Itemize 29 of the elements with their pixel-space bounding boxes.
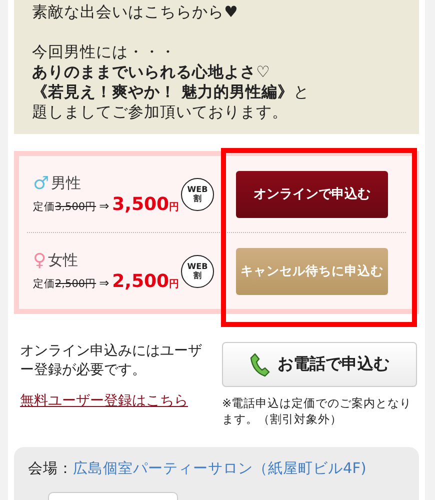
gender-icon: ♂	[33, 174, 50, 194]
register-link[interactable]: 無料ユーザー登録はこちら	[20, 392, 188, 410]
arrow-icon: ⇒	[99, 198, 110, 212]
list-price-label: 定価	[33, 200, 55, 214]
phone-note: ※電話申込は定価でのご案内となります。（割引対象外）	[222, 395, 413, 427]
phone-button[interactable]: お電話で申込む	[222, 342, 417, 387]
gender-label: 女性	[48, 251, 78, 270]
phone-icon	[250, 352, 270, 376]
apply-button[interactable]: オンラインで申込む	[236, 170, 388, 218]
intro-text: 《若見え！爽やか！ 魅力的男性編》と	[32, 82, 310, 102]
venue-link[interactable]: 広島個室パーティーサロン（紙屋町ビル4F)	[73, 459, 366, 478]
price: 3,500	[112, 194, 170, 214]
intro-text: 素敵な出会いはこちらから♥	[32, 2, 239, 22]
venue-label: 会場：	[28, 460, 73, 478]
price: 2,500	[112, 270, 170, 292]
intro-text: 今回男性には・・・	[32, 42, 177, 62]
price-unit: 円	[169, 278, 180, 290]
intro-text: 題しましてご参加頂いております。	[32, 102, 289, 122]
registration-note: オンライン申込みにはユーザー登録が必要です。	[20, 342, 203, 380]
intro-text: ありのままでいられる心地よさ♡	[32, 62, 271, 82]
list-price-label: 定価	[33, 276, 55, 290]
price-unit: 円	[169, 200, 180, 214]
gender-label: 男性	[51, 174, 82, 193]
arrow-icon: ⇒	[99, 276, 110, 290]
discount-badge: WEB 割	[181, 254, 214, 288]
discount-badge: WEB 割	[181, 178, 214, 210]
gender-icon: ♀	[33, 250, 46, 270]
list-price: 2,500円	[55, 276, 96, 290]
list-price: 3,500円	[55, 200, 96, 214]
